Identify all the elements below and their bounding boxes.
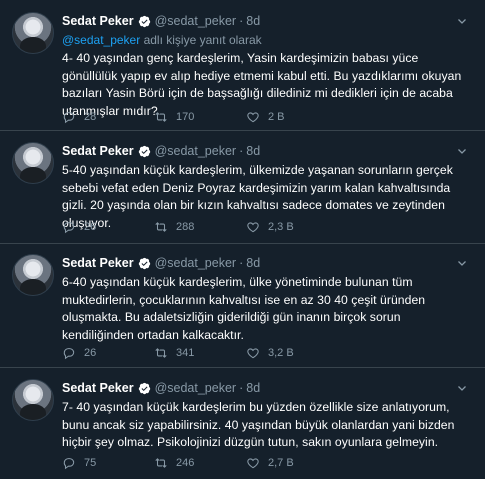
display-name[interactable]: Sedat Peker [62, 256, 134, 270]
reply-button[interactable]: 75 [62, 455, 154, 471]
tweet-content: Sedat Peker @sedat_peker · 8d 7- 40 yaşı… [62, 379, 471, 452]
retweet-icon [155, 112, 167, 122]
separator-dot: · [239, 381, 244, 395]
reply-mention-link[interactable]: @sedat_peker [62, 33, 140, 47]
reply-icon [63, 112, 75, 124]
retweet-icon [155, 222, 167, 232]
retweet-count: 246 [176, 457, 195, 469]
tweet-content: Sedat Peker @sedat_peker · 8d @sedat_pek… [62, 12, 471, 120]
verified-badge-icon [138, 257, 150, 269]
tweet[interactable]: Sedat Peker @sedat_peker · 8d 7- 40 yaşı… [0, 368, 485, 479]
tweet-actions: 75 246 2,7 B [62, 455, 338, 471]
like-count: 2 B [268, 111, 285, 123]
retweet-count: 170 [176, 111, 195, 123]
like-button[interactable]: 2 B [246, 109, 338, 125]
timestamp[interactable]: 8d [246, 144, 260, 158]
reply-count: 26 [84, 221, 97, 233]
separator-dot: · [239, 14, 244, 28]
like-count: 3,2 B [268, 347, 294, 359]
like-button[interactable]: 2,7 B [246, 455, 338, 471]
retweet-icon [155, 458, 167, 468]
display-name[interactable]: Sedat Peker [62, 14, 134, 28]
retweet-count: 341 [176, 347, 195, 359]
reply-button[interactable]: 28 [62, 109, 154, 125]
tweet-header: Sedat Peker @sedat_peker · 8d [62, 379, 471, 397]
reply-icon [63, 222, 75, 234]
retweet-button[interactable]: 246 [154, 455, 246, 471]
timestamp[interactable]: 8d [246, 381, 260, 395]
tweet-text: 6-40 yaşından küçük kardeşlerim, ülke yö… [62, 275, 426, 342]
retweet-button[interactable]: 341 [154, 345, 246, 361]
handle[interactable]: @sedat_peker [155, 381, 237, 395]
like-button[interactable]: 2,3 B [246, 219, 338, 235]
tweet-header: Sedat Peker @sedat_peker · 8d [62, 12, 471, 30]
reply-icon [63, 348, 75, 360]
reply-count: 26 [84, 347, 97, 359]
reply-button[interactable]: 26 [62, 345, 154, 361]
like-icon [247, 222, 259, 233]
verified-badge-icon [138, 15, 150, 27]
handle[interactable]: @sedat_peker [155, 14, 237, 28]
tweet-thread: Sedat Peker @sedat_peker · 8d @sedat_pek… [0, 0, 485, 479]
retweet-icon [155, 348, 167, 358]
retweet-button[interactable]: 170 [154, 109, 246, 125]
avatar[interactable] [12, 142, 54, 184]
separator-dot: · [239, 256, 244, 270]
reply-context-text: adlı kişiye yanıt olarak [140, 33, 262, 47]
tweet-header: Sedat Peker @sedat_peker · 8d [62, 254, 471, 272]
more-chevron-icon[interactable] [453, 254, 471, 272]
tweet-header: Sedat Peker @sedat_peker · 8d [62, 142, 471, 160]
avatar[interactable] [12, 12, 54, 54]
timestamp[interactable]: 8d [246, 256, 260, 270]
reply-count: 28 [84, 111, 97, 123]
tweet-actions: 26 288 2,3 B [62, 219, 338, 235]
tweet-text: 7- 40 yaşından küçük kardeşlerim bu yüzd… [62, 400, 455, 449]
avatar[interactable] [12, 254, 54, 296]
like-count: 2,3 B [268, 221, 294, 233]
reply-button[interactable]: 26 [62, 219, 154, 235]
tweet-actions: 28 170 2 B [62, 109, 338, 125]
handle[interactable]: @sedat_peker [155, 144, 237, 158]
avatar[interactable] [12, 379, 54, 421]
tweet[interactable]: Sedat Peker @sedat_peker · 8d @sedat_pek… [0, 0, 485, 124]
more-chevron-icon[interactable] [453, 142, 471, 160]
display-name[interactable]: Sedat Peker [62, 144, 134, 158]
like-icon [247, 348, 259, 359]
separator-dot: · [239, 144, 244, 158]
tweet-content: Sedat Peker @sedat_peker · 8d 6-40 yaşın… [62, 254, 471, 344]
tweet[interactable]: Sedat Peker @sedat_peker · 8d 6-40 yaşın… [0, 244, 485, 367]
more-chevron-icon[interactable] [453, 379, 471, 397]
retweet-count: 288 [176, 221, 195, 233]
like-icon [247, 112, 259, 123]
display-name[interactable]: Sedat Peker [62, 381, 134, 395]
like-button[interactable]: 3,2 B [246, 345, 338, 361]
retweet-button[interactable]: 288 [154, 219, 246, 235]
reply-count: 75 [84, 457, 97, 469]
like-icon [247, 458, 259, 469]
verified-badge-icon [138, 145, 150, 157]
handle[interactable]: @sedat_peker [155, 256, 237, 270]
verified-badge-icon [138, 382, 150, 394]
reply-context: @sedat_peker adlı kişiye yanıt olarak [62, 32, 471, 48]
timestamp[interactable]: 8d [246, 14, 260, 28]
tweet[interactable]: Sedat Peker @sedat_peker · 8d 5-40 yaşın… [0, 131, 485, 243]
tweet-actions: 26 341 3,2 B [62, 345, 338, 361]
reply-icon [63, 458, 75, 470]
more-chevron-icon[interactable] [453, 12, 471, 30]
like-count: 2,7 B [268, 457, 294, 469]
